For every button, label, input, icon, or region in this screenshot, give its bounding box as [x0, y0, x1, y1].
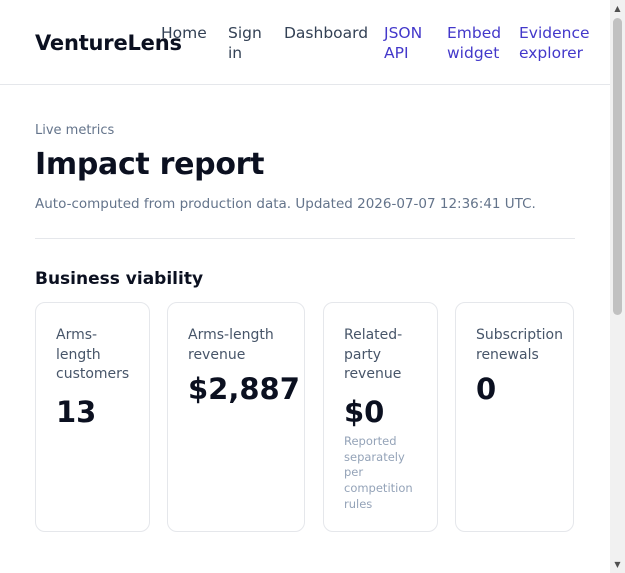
- eyebrow-label: Live metrics: [35, 123, 115, 138]
- metric-value: $2,887: [188, 372, 300, 406]
- nav-embed-widget[interactable]: Embed widget: [447, 23, 502, 63]
- nav-json-api[interactable]: JSON API: [384, 23, 428, 63]
- down-triangle-icon[interactable]: ▼: [610, 557, 625, 572]
- brand-logo[interactable]: VentureLens: [35, 31, 182, 55]
- vertical-scrollbar[interactable]: ▲ ▼: [610, 0, 625, 573]
- nav-home[interactable]: Home: [161, 23, 207, 43]
- section-title: Business viability: [35, 269, 204, 289]
- page-title: Impact report: [35, 147, 265, 182]
- nav-evidence-explorer[interactable]: Evidence explorer: [519, 23, 590, 63]
- section-divider: [35, 238, 575, 239]
- metric-label: Arms-length customers: [56, 327, 130, 382]
- metric-card-arms-length-revenue: Arms-length revenue $2,887: [167, 302, 305, 532]
- nav-sign-in[interactable]: Sign in: [228, 23, 268, 63]
- metric-label: Related-party revenue: [344, 327, 403, 382]
- up-triangle-icon[interactable]: ▲: [610, 1, 625, 16]
- metric-card-related-party-revenue: Related-party revenue $0 Reported separa…: [323, 302, 438, 532]
- metric-value: 13: [56, 395, 97, 429]
- metric-label: Subscription renewals: [476, 327, 563, 363]
- page-viewport: VentureLens Home Sign in Dashboard JSON …: [0, 0, 610, 573]
- scrollbar-thumb[interactable]: [613, 18, 622, 315]
- metric-value: $0: [344, 395, 385, 429]
- metric-card-subscription-renewals: Subscription renewals 0: [455, 302, 574, 532]
- metric-label: Arms-length revenue: [188, 327, 274, 363]
- nav-dashboard[interactable]: Dashboard: [284, 23, 368, 43]
- metric-note: Reported separately per competition rule…: [344, 434, 413, 511]
- metric-value: 0: [476, 372, 497, 406]
- page-subtitle: Auto-computed from production data. Upda…: [35, 196, 536, 212]
- metric-card-arms-length-customers: Arms-length customers 13: [35, 302, 150, 532]
- site-header: VentureLens Home Sign in Dashboard JSON …: [0, 0, 610, 85]
